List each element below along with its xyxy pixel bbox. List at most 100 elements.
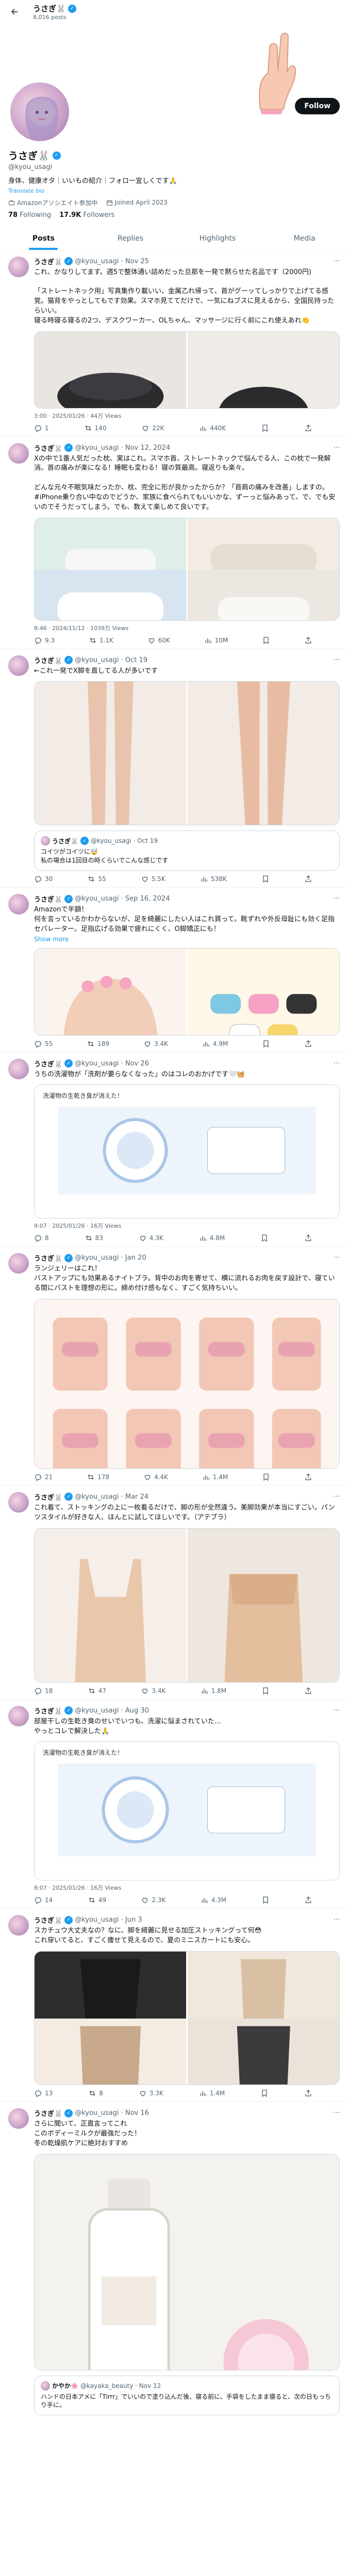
post-media[interactable]: 洗濯物の生乾き臭が消えた！ (34, 1741, 340, 1881)
post[interactable]: うさぎ🐰 ✓ @kyou_usagi · Nov 12, 2024 ··· Xの… (0, 437, 348, 649)
post[interactable]: うさぎ🐰 ✓ @kyou_usagi · Nov 16 ··· さらに聞いて、正… (0, 2102, 348, 2419)
repost-button[interactable]: 140 (84, 424, 106, 432)
tab-highlights[interactable]: Highlights (174, 227, 261, 250)
post-handle-date[interactable]: @kyou_usagi · Mar 24 (75, 1493, 148, 1501)
post-media[interactable] (34, 2154, 340, 2370)
post[interactable]: うさぎ🐰 ✓ @kyou_usagi · Nov 25 ··· これ、かなりして… (0, 250, 348, 437)
post-avatar[interactable] (8, 256, 29, 277)
laundry-card[interactable]: 洗濯物の生乾き臭が消えた！ (35, 1742, 339, 1880)
more-options-icon[interactable]: ··· (334, 1493, 340, 1501)
reply-button[interactable]: 9.3 (34, 636, 55, 645)
post[interactable]: うさぎ🐰 ✓ @kyou_usagi · Jan 20 ··· ランジェリーはこ… (0, 1247, 348, 1486)
post-avatar[interactable] (8, 443, 29, 464)
more-options-icon[interactable]: ··· (334, 1916, 340, 1924)
post-media[interactable] (34, 1528, 340, 1683)
more-options-icon[interactable]: ··· (334, 1707, 340, 1715)
post[interactable]: うさぎ🐰 ✓ @kyou_usagi · Oct 19 ··· ←これ一発でX脚… (0, 649, 348, 888)
reply-button[interactable]: 21 (34, 1473, 53, 1481)
pillow-photo[interactable] (35, 331, 187, 409)
like-button[interactable]: 5.5K (141, 875, 165, 883)
reply-button[interactable]: 55 (34, 1040, 53, 1048)
more-options-icon[interactable]: ··· (334, 258, 340, 265)
post-avatar[interactable] (8, 894, 29, 915)
like-button[interactable]: 3.3K (139, 2089, 163, 2097)
reply-button[interactable]: 18 (34, 1687, 53, 1695)
like-button[interactable]: 4.3K (139, 1234, 163, 1242)
post[interactable]: うさぎ🐰 ✓ @kyou_usagi · Aug 30 ··· 部屋干しの生乾き… (0, 1700, 348, 1909)
share-button[interactable] (304, 1687, 312, 1695)
repost-button[interactable]: 49 (88, 1896, 106, 1904)
more-options-icon[interactable]: ··· (334, 2109, 340, 2117)
post-handle-date[interactable]: @kyou_usagi · Nov 16 (75, 2109, 149, 2117)
tab-media[interactable]: Media (261, 227, 348, 250)
laundry-card[interactable]: 洗濯物の生乾き臭が消えた！ (35, 1085, 339, 1218)
post-author-name[interactable]: うさぎ🐰 (34, 1915, 62, 1925)
share-button[interactable] (304, 1896, 312, 1904)
body-milk-photo[interactable] (35, 2154, 339, 2370)
post-author-name[interactable]: うさぎ🐰 (34, 1492, 62, 1502)
views-button[interactable]: 440K (199, 424, 226, 432)
post[interactable]: うさぎ🐰 ✓ @kyou_usagi · Sep 16, 2024 ··· Am… (0, 888, 348, 1053)
bookmark-button[interactable] (261, 1896, 270, 1904)
leggings-photo[interactable] (187, 2019, 339, 2085)
more-options-icon[interactable]: ··· (334, 656, 340, 664)
bookmark-button[interactable] (261, 875, 270, 883)
share-button[interactable] (304, 2089, 312, 2097)
like-button[interactable]: 60K (147, 636, 170, 645)
post-author-name[interactable]: うさぎ🐰 (34, 1706, 62, 1716)
post-media[interactable] (34, 1951, 340, 2086)
share-button[interactable] (304, 424, 312, 432)
legs-photo[interactable] (35, 682, 187, 825)
post-avatar[interactable] (8, 1705, 29, 1726)
post-author-name[interactable]: うさぎ🐰 (34, 894, 62, 904)
more-options-icon[interactable]: ··· (334, 444, 340, 452)
post[interactable]: うさぎ🐰 ✓ @kyou_usagi · Mar 24 ··· これ着て、ストッ… (0, 1486, 348, 1700)
share-button[interactable] (304, 875, 312, 883)
legs-photo[interactable] (187, 682, 339, 825)
post-avatar[interactable] (8, 1058, 29, 1079)
repost-button[interactable]: 178 (87, 1473, 109, 1481)
post-author-name[interactable]: うさぎ🐰 (34, 257, 62, 266)
camisole-photo[interactable] (35, 1528, 187, 1683)
share-button[interactable] (304, 636, 312, 645)
pillow-photo[interactable] (187, 331, 340, 409)
views-button[interactable]: 1.4M (202, 1473, 228, 1481)
bookmark-button[interactable] (262, 1473, 270, 1481)
like-button[interactable]: 3.4K (143, 1040, 168, 1048)
post-handle-date[interactable]: @kyou_usagi · Aug 30 (75, 1707, 149, 1715)
views-button[interactable]: 4.3M (201, 1896, 226, 1904)
post-avatar[interactable] (8, 1915, 29, 1936)
toe-separator-photo[interactable] (187, 948, 339, 1036)
more-options-icon[interactable]: ··· (334, 895, 340, 903)
post[interactable]: うさぎ🐰 ✓ @kyou_usagi · Jun 3 ··· スカチュウ大丈夫な… (0, 1909, 348, 2103)
views-button[interactable]: 10M (204, 636, 228, 645)
post-handle-date[interactable]: @kyou_usagi · Sep 16, 2024 (75, 895, 170, 903)
bookmark-button[interactable] (262, 1040, 270, 1048)
post-handle-date[interactable]: @kyou_usagi · Oct 19 (75, 656, 147, 664)
bra-infographic-photo[interactable] (35, 1299, 339, 1469)
bookmark-button[interactable] (261, 424, 269, 432)
like-button[interactable]: 22K (141, 424, 164, 432)
reply-button[interactable]: 30 (34, 875, 53, 884)
repost-button[interactable]: 47 (88, 1687, 106, 1695)
followers-stat[interactable]: 17.9K Followers (59, 211, 114, 219)
reply-button[interactable]: 14 (34, 1896, 53, 1905)
post-handle-date[interactable]: @kyou_usagi · Jun 3 (75, 1916, 142, 1924)
reply-button[interactable]: 1 (34, 424, 49, 432)
repost-button[interactable]: 8 (88, 2089, 103, 2097)
views-button[interactable]: 1.8M (201, 1687, 226, 1695)
quoted-post[interactable]: かやか🌸 @kayaka_beauty · Nov 12 ハンドの日本アメに「T… (34, 2375, 340, 2416)
show-more-link[interactable]: Show more (34, 936, 340, 943)
post-media[interactable] (34, 947, 340, 1036)
bookmark-button[interactable] (262, 636, 270, 645)
views-button[interactable]: 1.4M (199, 2089, 225, 2097)
post-media[interactable] (34, 1298, 340, 1469)
post-avatar[interactable] (8, 1253, 29, 1274)
like-button[interactable]: 3.4K (141, 1687, 165, 1695)
bookmark-button[interactable] (260, 1234, 269, 1242)
post-avatar[interactable] (8, 1492, 29, 1513)
post-author-name[interactable]: うさぎ🐰 (34, 1253, 62, 1263)
leggings-photo[interactable] (35, 2019, 187, 2085)
tab-posts[interactable]: Posts (0, 227, 87, 250)
bookmark-button[interactable] (260, 2089, 269, 2097)
